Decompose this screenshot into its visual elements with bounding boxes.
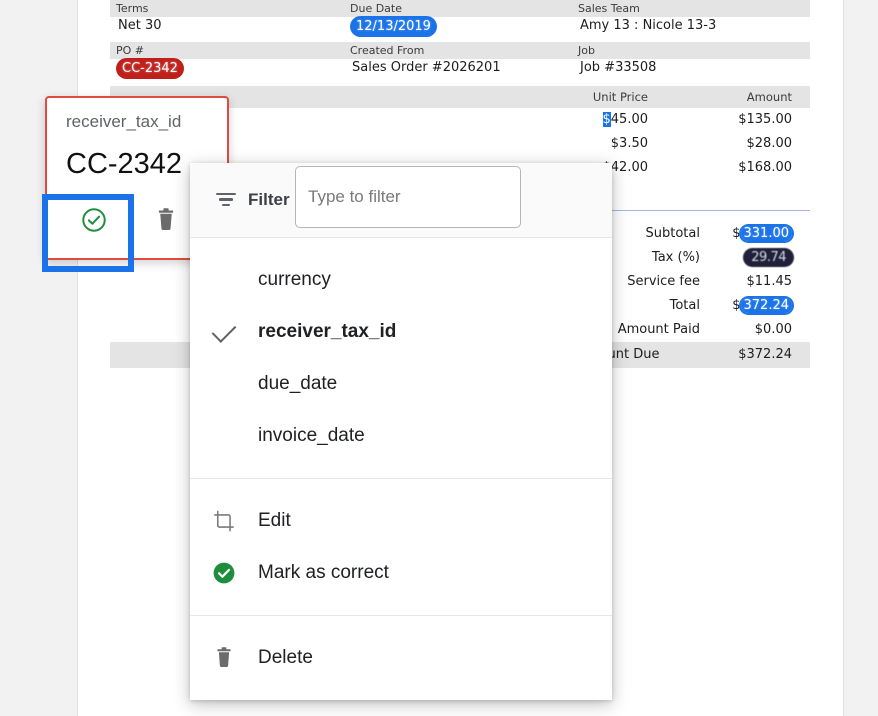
menu-item-mark-as-correct[interactable]: Mark as correct [190,547,612,599]
cell-unit-price: $3.50 [611,136,648,151]
currency-symbol: $ [732,298,741,313]
meta-value-row-2: CC-2342 Sales Order #2026201 Job #33508 [110,59,810,78]
menu-section-field-options: currency receiver_tax_id due_date invoic… [190,238,612,478]
check-circle-filled-icon [190,561,258,585]
filter-input[interactable] [295,166,521,228]
menu-item-receiver-tax-id[interactable]: receiver_tax_id [190,306,612,358]
cell-unit-price: $45.00 [602,112,648,127]
column-header-unit-price: Unit Price [592,90,648,104]
unit-price-number: 45.00 [610,112,648,127]
totals-label: Subtotal [645,226,700,241]
menu-item-label: Delete [258,647,313,668]
menu-item-label: due_date [258,373,338,394]
meta-value-terms: Net 30 [118,18,162,33]
meta-value-job: Job #33508 [580,60,657,75]
totals-label: Tax (%) [651,250,700,265]
column-header-amount: Amount [746,90,792,104]
check-icon [211,317,237,343]
filter-icon [216,193,236,207]
menu-filter-row: Filter [190,163,612,238]
meta-header-row-2: PO # Created From Job [110,42,810,59]
meta-header-job: Job [578,44,595,57]
totals-amount: 372.24 [740,298,792,313]
currency-symbol: $ [732,226,741,241]
menu-item-label: Edit [258,510,291,531]
menu-item-delete[interactable]: Delete [190,632,612,684]
cell-amount: $135.00 [738,112,792,127]
totals-value[interactable]: $372.24 [732,298,792,313]
unit-price-prefix: $ [610,136,620,151]
focus-highlight-ring [42,194,134,272]
meta-header-row-1: Terms Due Date Sales Team [110,0,810,17]
meta-value-sales-team: Amy 13 : Nicole 13-3 [580,18,717,33]
menu-item-label: invoice_date [258,425,365,446]
menu-section-destructive: Delete [190,615,612,700]
menu-item-check-slot [190,317,258,343]
cell-amount: $28.00 [746,136,793,151]
menu-item-due-date[interactable]: due_date [190,358,612,410]
meta-header-sales-team: Sales Team [578,2,640,15]
totals-value[interactable]: $331.00 [732,226,792,241]
meta-header-due-date: Due Date [350,2,402,15]
field-context-menu: Filter currency receiver_tax_id due_date… [190,163,612,700]
menu-section-actions: Edit Mark as correct [190,478,612,615]
meta-value-created-from: Sales Order #2026201 [352,60,501,75]
meta-value-due-date[interactable]: 12/13/2019 [352,18,435,35]
menu-item-label: receiver_tax_id [258,321,397,342]
field-value-text: CC-2342 [66,148,183,180]
totals-value: $11.45 [746,274,793,289]
menu-item-currency[interactable]: currency [190,254,612,306]
totals-label: Total [669,298,700,313]
invoice-meta-table: Terms Due Date Sales Team Net 30 12/13/2… [110,0,810,78]
unit-price-prefix: $ [602,112,611,127]
trash-icon [155,207,177,238]
menu-item-label: currency [258,269,331,290]
unit-price-number: 42.00 [610,160,648,175]
totals-label: Amount Paid [617,322,700,337]
menu-item-label: Mark as correct [258,562,389,583]
meta-header-po-number: PO # [116,44,145,57]
totals-value: $0.00 [754,322,792,337]
crop-icon [190,510,258,532]
menu-item-invoice-date[interactable]: invoice_date [190,410,612,462]
meta-value-row-1: Net 30 12/13/2019 Amy 13 : Nicole 13-3 [110,17,810,36]
totals-label: Service fee [627,274,700,289]
meta-header-terms: Terms [116,2,149,15]
menu-item-edit[interactable]: Edit [190,495,612,547]
meta-value-po-number[interactable]: CC-2342 [118,60,182,77]
trash-icon [190,646,258,670]
filter-label: Filter [248,190,290,209]
meta-header-created-from: Created From [350,44,425,57]
delete-button[interactable] [146,202,186,242]
totals-value[interactable]: 29.74 [745,250,792,265]
totals-amount: 331.00 [740,226,792,241]
amount-due-value: $372.24 [738,347,792,362]
unit-price-number: 3.50 [619,136,648,151]
cell-amount: $168.00 [738,160,792,175]
field-name-label: receiver_tax_id [66,112,182,131]
